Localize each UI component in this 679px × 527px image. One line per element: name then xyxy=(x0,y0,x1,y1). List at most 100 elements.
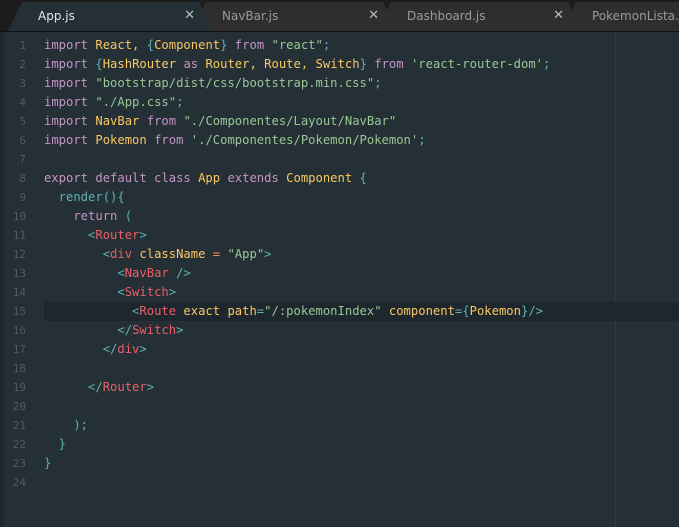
code-line[interactable]: 6 import Pokemon from './Componentes/Poke… xyxy=(0,131,679,150)
code-line[interactable]: 24 xyxy=(0,473,679,492)
line-number: 11 xyxy=(12,229,26,242)
code-token: ; xyxy=(543,57,551,71)
code-token: from xyxy=(146,114,184,128)
tab-label: PokemonLista.js xyxy=(592,9,679,23)
code-token: Router, Route, Switch xyxy=(198,57,360,71)
tab-label: App.js xyxy=(38,9,75,23)
code-text: } xyxy=(44,454,679,473)
code-token: </ xyxy=(44,342,118,356)
tab-dashboard-js[interactable]: Dashboard.js ✕ xyxy=(377,2,582,31)
code-token: "/:pokemonIndex" xyxy=(264,304,382,318)
code-line[interactable]: 8 export default class App extends Compon… xyxy=(0,169,679,188)
code-text: import Pokemon from './Componentes/Pokem… xyxy=(44,131,679,150)
code-token: from xyxy=(366,57,411,71)
code-token: NavBar xyxy=(95,114,147,128)
line-number: 24 xyxy=(12,476,26,489)
code-line[interactable]: 10 return ( xyxy=(0,207,679,226)
line-number: 12 xyxy=(12,248,26,261)
code-line[interactable]: 12 <div className = "App"> xyxy=(0,245,679,264)
tab-navbar-js[interactable]: NavBar.js ✕ xyxy=(192,2,397,31)
code-token: "./Componentes/Layout/NavBar" xyxy=(183,114,397,128)
line-number: 21 xyxy=(12,419,26,432)
code-editor[interactable]: 1 import React, {Component} from "react";… xyxy=(0,32,679,527)
code-line[interactable]: 21 ); xyxy=(0,416,679,435)
code-token: className xyxy=(139,247,213,261)
code-token: > xyxy=(139,342,147,356)
code-line[interactable]: 18 xyxy=(0,359,679,378)
code-line[interactable]: 5 import NavBar from "./Componentes/Layou… xyxy=(0,112,679,131)
code-line[interactable]: 4 import "./App.css"; xyxy=(0,93,679,112)
code-token: /> xyxy=(176,266,191,280)
line-number: 18 xyxy=(12,362,26,375)
tab-pokemonlista-js[interactable]: PokemonLista.js xyxy=(562,2,679,31)
code-token: "App" xyxy=(227,247,265,261)
code-text: <div className = "App"> xyxy=(44,245,679,264)
code-line[interactable]: 19 </Router> xyxy=(0,378,679,397)
close-icon[interactable]: ✕ xyxy=(184,2,195,30)
code-line[interactable]: 9 render(){ xyxy=(0,188,679,207)
code-token: < xyxy=(44,285,125,299)
code-token: </ xyxy=(44,380,103,394)
code-token: HashRouter xyxy=(102,57,184,71)
code-line[interactable]: 2 import {HashRouter as Router, Route, Sw… xyxy=(0,55,679,74)
line-number: 22 xyxy=(12,438,26,451)
code-token: Switch xyxy=(132,323,177,337)
code-token: < xyxy=(44,304,140,318)
code-line[interactable]: 14 <Switch> xyxy=(0,283,679,302)
code-line[interactable]: 23} xyxy=(0,454,679,473)
line-number: 14 xyxy=(12,286,26,299)
code-token: { xyxy=(146,38,155,52)
code-text: import React, {Component} from "react"; xyxy=(44,36,679,55)
code-token: ; xyxy=(418,133,426,147)
code-text: } xyxy=(44,435,679,454)
line-number: 1 xyxy=(19,39,26,52)
code-line[interactable]: 7 xyxy=(0,150,679,169)
code-token: from xyxy=(154,133,191,147)
code-token: ; xyxy=(322,38,331,52)
code-token: { xyxy=(95,57,103,71)
code-token: div xyxy=(110,247,140,261)
code-token: as xyxy=(183,57,199,71)
line-number: 2 xyxy=(19,58,26,71)
code-token: component xyxy=(381,304,455,318)
code-token: './Componentes/Pokemon/Pokemon' xyxy=(190,133,419,147)
code-token: Component xyxy=(154,38,221,52)
code-token: </ xyxy=(44,323,133,337)
code-line[interactable]: 15 <Route exact path="/:pokemonIndex" co… xyxy=(0,302,679,321)
code-token: < xyxy=(44,247,111,261)
code-line[interactable]: 22 } xyxy=(0,435,679,454)
line-number: 17 xyxy=(12,343,26,356)
line-number: 8 xyxy=(19,172,26,185)
code-line[interactable]: 1 import React, {Component} from "react"; xyxy=(0,36,679,55)
code-line[interactable]: 11 <Router> xyxy=(0,226,679,245)
code-token: } xyxy=(44,437,67,451)
code-text: render(){ xyxy=(44,188,679,207)
code-token: exact path xyxy=(183,304,257,318)
line-number: 9 xyxy=(19,191,26,204)
tab-bar: App.js ✕ NavBar.js ✕ Dashboard.js ✕ Poke… xyxy=(0,0,679,32)
code-token: return xyxy=(44,209,125,223)
line-number: 19 xyxy=(12,381,26,394)
code-token: ); xyxy=(44,418,89,432)
code-token: > xyxy=(146,380,155,394)
code-token: Pokemon xyxy=(95,133,155,147)
code-token: > xyxy=(176,323,184,337)
line-number: 20 xyxy=(12,400,26,413)
code-token: render(){ xyxy=(44,190,125,204)
code-token: ( xyxy=(124,209,133,223)
code-line[interactable]: 17 </div> xyxy=(0,340,679,359)
code-line[interactable]: 13 <NavBar /> xyxy=(0,264,679,283)
code-line[interactable]: 16 </Switch> xyxy=(0,321,679,340)
tab-app-js[interactable]: App.js ✕ xyxy=(8,2,213,31)
line-number: 7 xyxy=(19,153,26,166)
code-line[interactable]: 20 xyxy=(0,397,679,416)
code-token: Router xyxy=(95,228,140,242)
code-token: div xyxy=(117,342,140,356)
line-number: 4 xyxy=(19,96,26,109)
close-icon[interactable]: ✕ xyxy=(368,2,379,30)
code-line[interactable]: 3 import "bootstrap/dist/css/bootstrap.mi… xyxy=(0,74,679,93)
code-token: NavBar xyxy=(124,266,177,280)
code-text: <Switch> xyxy=(44,283,679,302)
close-icon[interactable]: ✕ xyxy=(553,2,564,30)
